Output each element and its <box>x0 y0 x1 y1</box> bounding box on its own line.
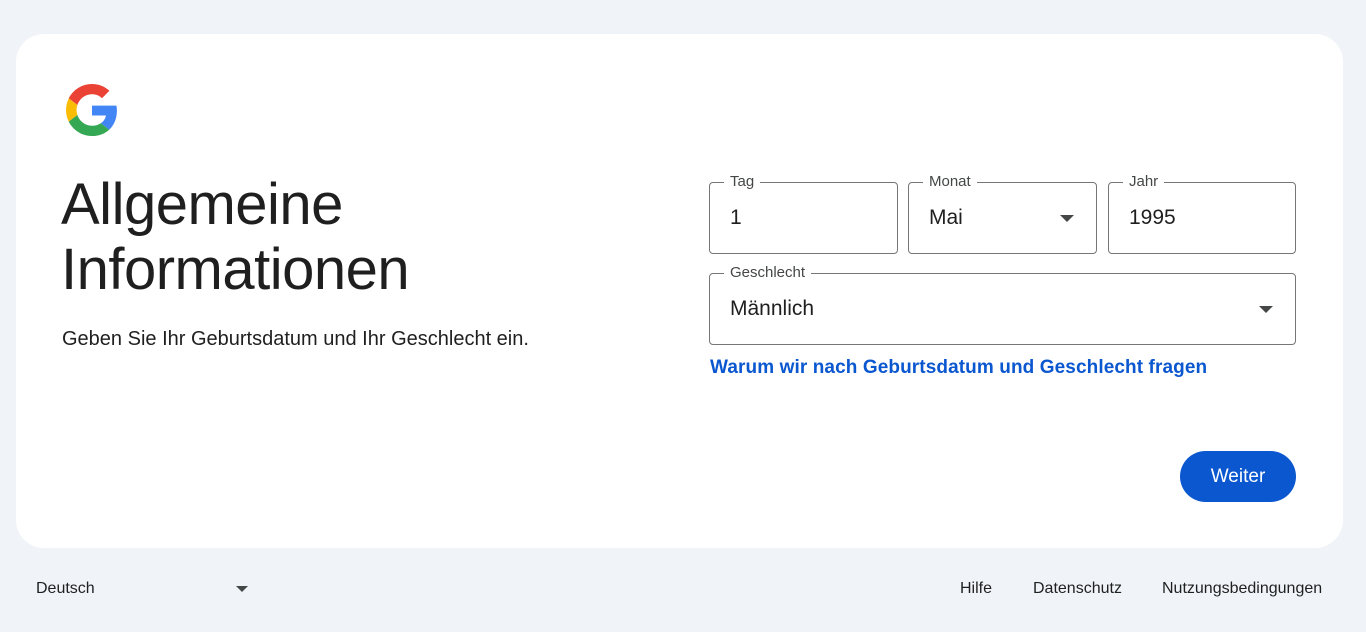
day-input[interactable]: 1 <box>730 205 742 231</box>
language-select[interactable]: Deutsch <box>36 578 251 600</box>
help-link[interactable]: Hilfe <box>960 580 992 598</box>
page-subtitle: Geben Sie Ihr Geburtsdatum und Ihr Gesch… <box>62 328 529 350</box>
next-button[interactable]: Weiter <box>1180 451 1296 502</box>
gender-select-value: Männlich <box>730 297 815 320</box>
dropdown-arrow-icon <box>1259 306 1273 313</box>
month-select-label: Monat <box>923 173 977 191</box>
chevron-down-icon <box>236 586 248 592</box>
page-title: Allgemeine Informationen <box>61 172 410 302</box>
month-select[interactable]: Monat Mai <box>908 173 1097 254</box>
google-logo-icon <box>66 84 117 136</box>
language-select-value: Deutsch <box>36 580 95 597</box>
gender-select-label: Geschlecht <box>724 264 812 282</box>
gender-select[interactable]: Geschlecht Männlich <box>709 264 1296 345</box>
dropdown-arrow-icon <box>1060 215 1074 222</box>
year-input[interactable]: 1995 <box>1129 205 1176 231</box>
year-field[interactable]: Jahr 1995 <box>1108 173 1296 254</box>
day-field-label: Tag <box>724 173 761 191</box>
main-card: Allgemeine Informationen Geben Sie Ihr G… <box>16 34 1343 548</box>
day-field[interactable]: Tag 1 <box>709 173 898 254</box>
year-field-label: Jahr <box>1123 173 1165 191</box>
terms-link[interactable]: Nutzungsbedingungen <box>1162 580 1322 598</box>
footer: Deutsch Hilfe Datenschutz Nutzungsbeding… <box>0 578 1366 602</box>
privacy-link[interactable]: Datenschutz <box>1033 580 1122 598</box>
why-we-ask-link[interactable]: Warum wir nach Geburtsdatum und Geschlec… <box>710 357 1207 379</box>
month-select-value: Mai <box>929 206 963 229</box>
